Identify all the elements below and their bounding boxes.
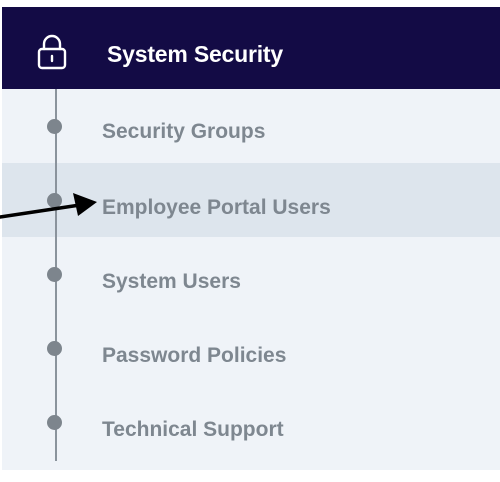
lock-icon xyxy=(37,34,67,70)
pointer-arrow-icon xyxy=(0,193,97,219)
sidebar-item-technical-support[interactable]: Technical Support xyxy=(2,393,500,467)
sidebar-item-label: System Users xyxy=(102,270,241,293)
sidebar-header[interactable]: System Security xyxy=(2,7,500,89)
sidebar-item-password-policies[interactable]: Password Policies xyxy=(2,319,500,393)
timeline-dot xyxy=(47,415,62,430)
sidebar-item-label: Technical Support xyxy=(102,418,284,441)
sidebar-item-label: Employee Portal Users xyxy=(102,196,331,219)
sidebar-item-label: Password Policies xyxy=(102,344,287,367)
sidebar-item-security-groups[interactable]: Security Groups xyxy=(2,96,500,170)
sidebar: System Security Security Groups Employee… xyxy=(0,0,500,482)
timeline-dot xyxy=(47,341,62,356)
sidebar-item-label: Security Groups xyxy=(102,120,266,143)
timeline-dot xyxy=(47,267,62,282)
sidebar-header-title: System Security xyxy=(107,41,283,67)
sidebar-item-system-users[interactable]: System Users xyxy=(2,245,500,319)
timeline-dot xyxy=(47,119,62,134)
